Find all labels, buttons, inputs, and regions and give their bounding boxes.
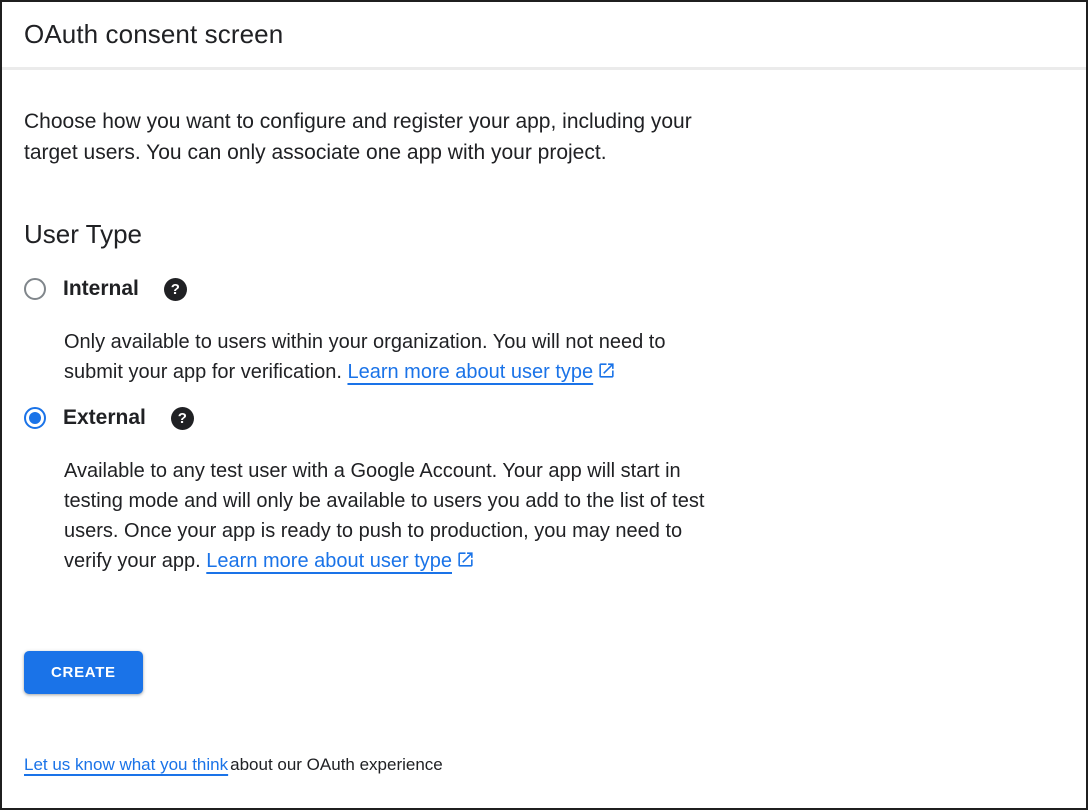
learn-more-link-internal[interactable]: Learn more about user type xyxy=(347,361,616,383)
feedback-text: about our OAuth experience xyxy=(230,755,443,774)
help-icon[interactable]: ? xyxy=(164,278,187,301)
help-icon[interactable]: ? xyxy=(171,407,194,430)
intro-text: Choose how you want to configure and reg… xyxy=(24,106,1064,168)
radio-internal[interactable] xyxy=(24,278,46,300)
internal-description: Only available to users within your orga… xyxy=(64,327,824,389)
radio-internal-label[interactable]: Internal xyxy=(63,277,139,301)
user-type-heading: User Type xyxy=(24,219,1064,250)
create-button[interactable]: CREATE xyxy=(24,651,143,694)
page-title: OAuth consent screen xyxy=(24,19,283,50)
page-header: OAuth consent screen xyxy=(2,2,1086,70)
user-type-option-internal: Internal ? xyxy=(24,277,1064,301)
page-content: Choose how you want to configure and reg… xyxy=(2,70,1086,775)
learn-more-link-external[interactable]: Learn more about user type xyxy=(206,550,475,572)
feedback-footer: Let us know what you thinkabout our OAut… xyxy=(24,755,1064,775)
user-type-option-external: External ? xyxy=(24,406,1064,430)
open-in-new-icon xyxy=(456,548,475,578)
learn-more-link-label: Learn more about user type xyxy=(206,550,452,572)
feedback-link[interactable]: Let us know what you think xyxy=(24,755,230,774)
external-description: Available to any test user with a Google… xyxy=(64,456,824,578)
open-in-new-icon xyxy=(597,359,616,389)
radio-external[interactable] xyxy=(24,407,46,429)
oauth-consent-panel: OAuth consent screen Choose how you want… xyxy=(0,0,1088,810)
learn-more-link-label: Learn more about user type xyxy=(347,361,593,383)
radio-external-label[interactable]: External xyxy=(63,406,146,430)
